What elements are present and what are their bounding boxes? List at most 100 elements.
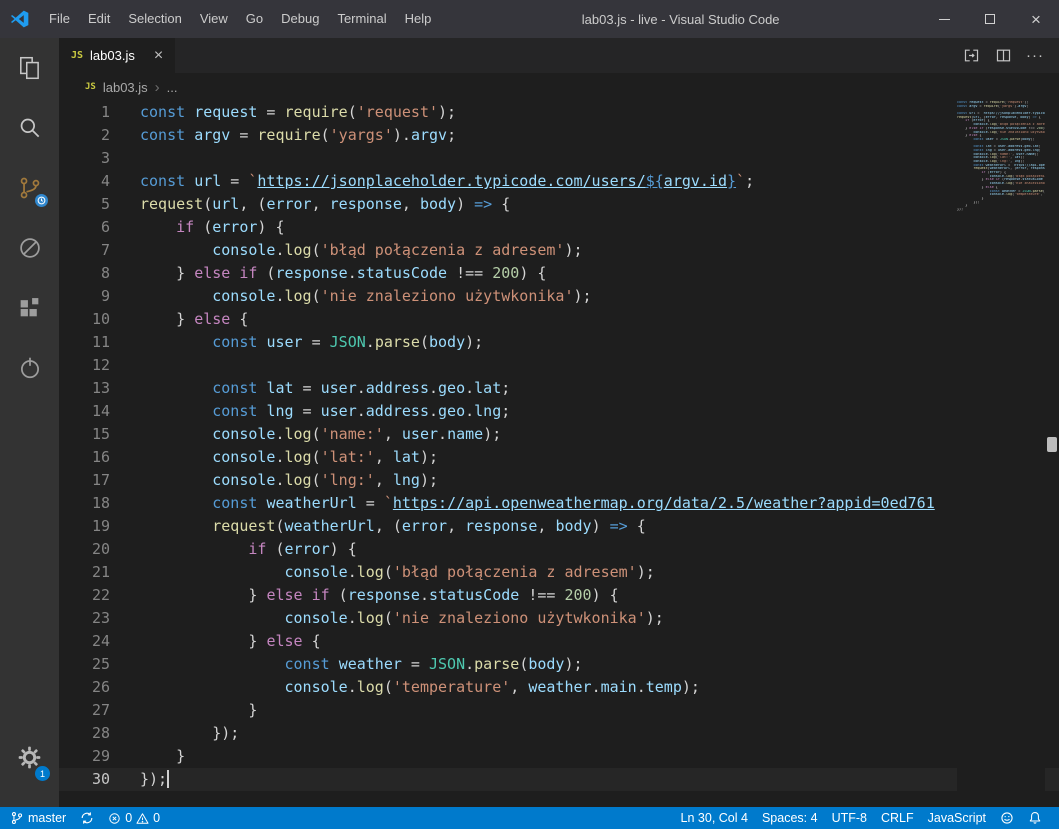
code-line-9[interactable]: 9 console.log('nie znaleziono użytwkonik… (59, 285, 1059, 308)
explorer-files-icon[interactable] (0, 38, 59, 98)
more-actions-icon[interactable]: ··· (1019, 38, 1051, 73)
code-line-13[interactable]: 13 const lat = user.address.geo.lat; (59, 377, 1059, 400)
code-line-5[interactable]: 5 request(url, (error, response, body) =>… (59, 193, 1059, 216)
breadcrumb-symbol[interactable]: ... (167, 80, 178, 95)
settings-gear-icon[interactable]: 1 (0, 731, 59, 783)
code-line-12[interactable]: 12 (59, 354, 1059, 377)
feedback-smiley-icon[interactable] (993, 807, 1021, 829)
code-line-11[interactable]: 11 const user = JSON.parse(body); (59, 331, 1059, 354)
minimize-button[interactable] (921, 0, 967, 38)
code-line-19[interactable]: 19 request(weatherUrl, (error, response,… (59, 515, 1059, 538)
breadcrumb-file[interactable]: lab03.js (103, 80, 148, 95)
line-number: 15 (91, 425, 110, 443)
menu-selection[interactable]: Selection (119, 0, 190, 38)
split-editor-icon[interactable] (987, 38, 1019, 73)
code-line-10[interactable]: 10 } else { (59, 308, 1059, 331)
sync-button[interactable] (73, 807, 101, 829)
open-changes-icon[interactable] (955, 38, 987, 73)
code-line-2[interactable]: 2 const argv = require('yargs').argv; (59, 124, 1059, 147)
error-icon (108, 812, 121, 825)
line-number: 13 (91, 379, 110, 397)
tab-close-icon[interactable]: × (154, 47, 163, 64)
cursor-position[interactable]: Ln 30, Col 4 (681, 807, 755, 829)
code-line-6[interactable]: 6 if (error) { (59, 216, 1059, 239)
line-number: 6 (100, 218, 110, 236)
line-number: 25 (91, 655, 110, 673)
title-bar: File Edit Selection View Go Debug Terminal Help… (0, 0, 1059, 38)
code-line-14[interactable]: 14 const lng = user.address.geo.lng; (59, 400, 1059, 423)
breadcrumb: JS lab03.js › ... (59, 73, 1059, 101)
tab-bar: JS lab03.js × ··· (59, 38, 1059, 73)
code-line-29[interactable]: 29 } (59, 745, 1059, 768)
line-number: 23 (91, 609, 110, 627)
activity-bar: 1 (0, 38, 59, 807)
indentation-indicator[interactable]: Spaces: 4 (755, 807, 825, 829)
tab-lab03[interactable]: JS lab03.js × (59, 38, 176, 73)
eol-indicator[interactable]: CRLF (874, 807, 921, 829)
language-mode[interactable]: JavaScript (921, 807, 993, 829)
code-line-25[interactable]: 25 const weather = JSON.parse(body); (59, 653, 1059, 676)
menu-terminal[interactable]: Terminal (328, 0, 395, 38)
code-line-3[interactable]: 3 (59, 147, 1059, 170)
git-branch-indicator[interactable]: master (10, 807, 73, 829)
code-line-27[interactable]: 27 } (59, 699, 1059, 722)
code-line-4[interactable]: 4 const url = `https://jsonplaceholder.ty… (59, 170, 1059, 193)
line-number: 11 (91, 333, 110, 351)
menu-file[interactable]: File (40, 0, 79, 38)
menu-debug[interactable]: Debug (272, 0, 328, 38)
search-icon[interactable] (0, 98, 59, 158)
code-line-23[interactable]: 23 console.log('nie znaleziono użytwkoni… (59, 607, 1059, 630)
code-line-20[interactable]: 20 if (error) { (59, 538, 1059, 561)
encoding-indicator[interactable]: UTF-8 (825, 807, 874, 829)
line-number: 14 (91, 402, 110, 420)
code-line-22[interactable]: 22 } else if (response.statusCode !== 20… (59, 584, 1059, 607)
line-number: 7 (100, 241, 110, 259)
line-number: 12 (91, 356, 110, 374)
code-line-8[interactable]: 8 } else if (response.statusCode !== 200… (59, 262, 1059, 285)
code-line-16[interactable]: 16 console.log('lat:', lat); (59, 446, 1059, 469)
window-controls: × (921, 0, 1059, 38)
code-line-21[interactable]: 21 console.log('błąd połączenia z adrese… (59, 561, 1059, 584)
menu-go[interactable]: Go (237, 0, 272, 38)
code-line-30[interactable]: 30}); (59, 768, 1059, 791)
debug-disabled-icon[interactable] (0, 218, 59, 278)
line-number: 16 (91, 448, 110, 466)
line-number: 22 (91, 586, 110, 604)
notifications-bell-icon[interactable] (1021, 807, 1049, 829)
maximize-button[interactable] (967, 0, 1013, 38)
vertical-scrollbar[interactable] (1045, 101, 1059, 807)
maximize-icon (985, 14, 995, 24)
js-file-icon: JS (71, 50, 84, 61)
menu-help[interactable]: Help (396, 0, 441, 38)
problems-indicator[interactable]: 0 0 (101, 807, 167, 829)
close-icon: × (1031, 9, 1041, 29)
main-area: 1 JS lab03.js × ··· JS lab03.js › ... 1 … (0, 38, 1059, 807)
code-line-17[interactable]: 17 console.log('lng:', lng); (59, 469, 1059, 492)
source-control-icon[interactable] (0, 158, 59, 218)
extensions-icon[interactable] (0, 278, 59, 338)
chevron-right-icon: › (154, 78, 160, 96)
scrollbar-thumb[interactable] (1047, 437, 1057, 452)
branch-icon (10, 811, 24, 825)
window-title: lab03.js - live - Visual Studio Code (581, 11, 780, 27)
extension-power-icon[interactable] (0, 338, 59, 398)
code-line-18[interactable]: 18 const weatherUrl = `https://api.openw… (59, 492, 1059, 515)
menu-edit[interactable]: Edit (79, 0, 119, 38)
code-line-1[interactable]: 1 const request = require('request'); (59, 101, 1059, 124)
minimap[interactable]: const request = require('request'); const… (957, 101, 1045, 807)
close-button[interactable]: × (1013, 0, 1059, 38)
line-number: 18 (91, 494, 110, 512)
menu-view[interactable]: View (191, 0, 237, 38)
code-line-28[interactable]: 28 }); (59, 722, 1059, 745)
line-number: 20 (91, 540, 110, 558)
code-editor[interactable]: 1 const request = require('request'); 2 con… (59, 101, 1059, 807)
code-line-26[interactable]: 26 console.log('temperature', weather.ma… (59, 676, 1059, 699)
line-number: 17 (91, 471, 110, 489)
code-line-24[interactable]: 24 } else { (59, 630, 1059, 653)
code-line-15[interactable]: 15 console.log('name:', user.name); (59, 423, 1059, 446)
code-line-7[interactable]: 7 console.log('błąd połączenia z adresem… (59, 239, 1059, 262)
line-number: 5 (100, 195, 110, 213)
editor-lines[interactable]: 1 const request = require('request'); 2 con… (59, 101, 1059, 791)
line-number: 24 (91, 632, 110, 650)
status-bar: master 0 0 Ln 30, Col 4 Spaces: 4 UTF-8 … (0, 807, 1059, 829)
